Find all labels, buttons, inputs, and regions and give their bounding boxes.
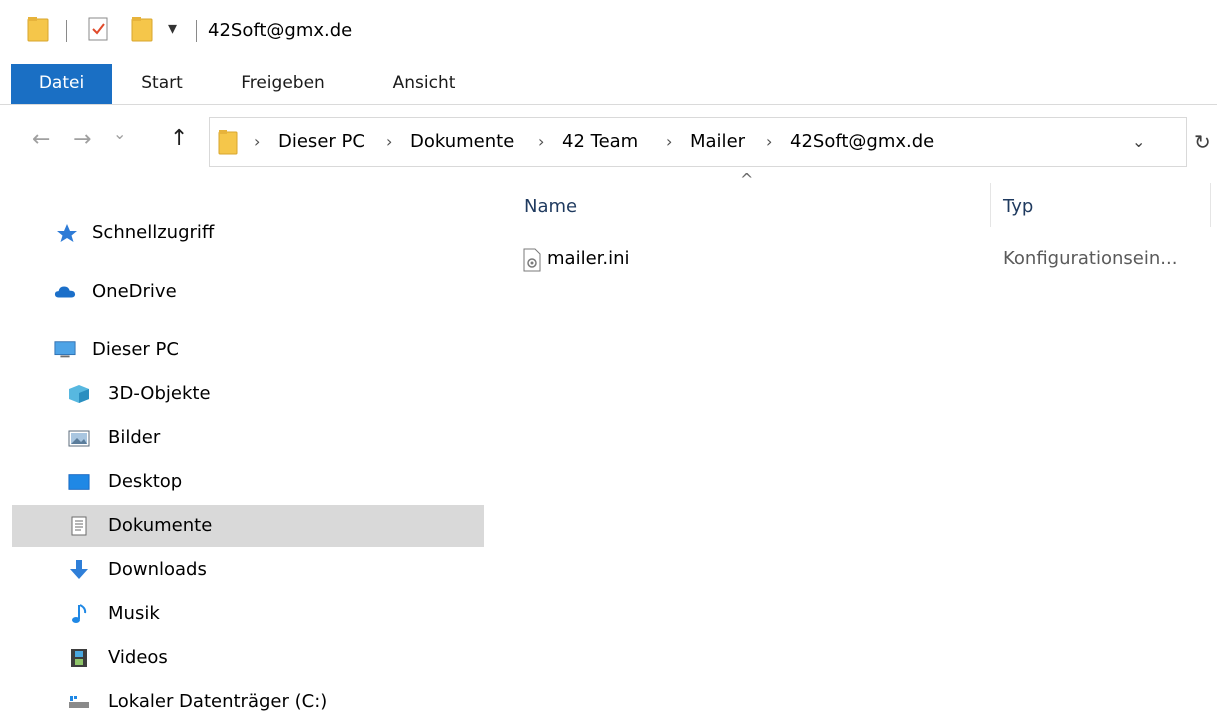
sidebar-item-videos[interactable]: Videos (0, 637, 484, 679)
table-row[interactable]: mailer.ini Konfigurationsein... (515, 240, 1215, 280)
download-arrow-icon (70, 560, 88, 579)
forward-button[interactable]: → (73, 127, 91, 152)
tab-freigeben[interactable]: Freigeben (228, 64, 338, 104)
breadcrumb-mailer[interactable]: Mailer (690, 118, 745, 166)
sidebar-item-onedrive[interactable]: OneDrive (0, 271, 484, 313)
computer-icon (54, 341, 76, 358)
sidebar-item-dokumente[interactable]: Dokumente (12, 505, 484, 547)
quick-access-dropdown-icon[interactable]: ▾ (168, 18, 177, 39)
ribbon-tabs: Datei Start Freigeben Ansicht (0, 64, 1217, 105)
sidebar-item-3d-objekte[interactable]: 3D-Objekte (0, 373, 484, 415)
up-button[interactable]: ↑ (170, 126, 188, 151)
breadcrumb-current-folder[interactable]: 42Soft@gmx.de (790, 118, 934, 166)
settings-file-icon (523, 248, 541, 272)
pictures-icon (68, 430, 90, 447)
breadcrumb-separator: › (666, 132, 673, 151)
breadcrumb-separator: › (386, 132, 393, 151)
desktop-icon (68, 474, 90, 490)
column-divider[interactable] (990, 183, 991, 227)
folder-icon (218, 130, 238, 155)
back-button[interactable]: ← (32, 127, 50, 152)
breadcrumb-dieser-pc[interactable]: Dieser PC (278, 118, 365, 166)
file-name[interactable]: mailer.ini (547, 248, 630, 269)
title-bar: ▾ 42Soft@gmx.de (0, 0, 1217, 64)
sidebar-item-label: Musik (108, 603, 160, 624)
sidebar-item-label: Downloads (108, 559, 207, 580)
tab-start[interactable]: Start (130, 64, 194, 104)
folder-icon[interactable] (27, 16, 49, 42)
toolbar-separator (66, 20, 67, 42)
sidebar-item-dieser-pc[interactable]: Dieser PC (0, 329, 484, 371)
document-icon (71, 516, 87, 536)
sidebar-item-label: 3D-Objekte (108, 383, 211, 404)
window-title: 42Soft@gmx.de (208, 20, 353, 41)
address-dropdown-icon[interactable]: ⌄ (1132, 118, 1145, 166)
sidebar-item-downloads[interactable]: Downloads (0, 549, 484, 591)
sidebar-item-desktop[interactable]: Desktop (0, 461, 484, 503)
star-icon (57, 224, 77, 242)
drive-icon (69, 696, 89, 708)
recent-locations-button[interactable]: ⌄ (113, 124, 126, 143)
breadcrumb-separator: › (254, 132, 261, 151)
sidebar-item-bilder[interactable]: Bilder (0, 417, 484, 459)
sidebar-item-musik[interactable]: Musik (0, 593, 484, 635)
sidebar-item-label: Dokumente (108, 515, 213, 536)
sidebar-item-label: Schnellzugriff (92, 222, 215, 243)
sort-ascending-icon: ^ (740, 170, 754, 189)
new-folder-icon[interactable] (131, 16, 153, 42)
refresh-button[interactable]: ↻ (1194, 130, 1211, 154)
cloud-icon (54, 286, 76, 298)
column-divider[interactable] (1210, 183, 1211, 227)
breadcrumb-separator: › (766, 132, 773, 151)
film-icon (71, 649, 87, 667)
breadcrumb-42-team[interactable]: 42 Team (562, 118, 638, 166)
sidebar-item-lokaler-datentraeger[interactable]: Lokaler Datenträger (C:) (0, 681, 484, 723)
sidebar-item-label: Dieser PC (92, 339, 179, 360)
file-type: Konfigurationsein... (1003, 248, 1178, 269)
sidebar-item-label: OneDrive (92, 281, 177, 302)
column-header-name[interactable]: Name (524, 196, 577, 217)
breadcrumb-separator: › (538, 132, 545, 151)
sidebar-item-label: Lokaler Datenträger (C:) (108, 691, 328, 712)
toolbar-separator (196, 20, 197, 42)
properties-icon[interactable] (87, 16, 109, 42)
music-note-icon (72, 604, 87, 623)
address-bar[interactable]: › Dieser PC › Dokumente › 42 Team › Mail… (209, 117, 1187, 167)
breadcrumb-dokumente[interactable]: Dokumente (410, 118, 514, 166)
sidebar-item-label: Desktop (108, 471, 183, 492)
tab-ansicht[interactable]: Ansicht (378, 64, 470, 104)
cube-icon (69, 385, 89, 403)
sidebar-item-schnellzugriff[interactable]: Schnellzugriff (0, 212, 484, 254)
sidebar-item-label: Videos (108, 647, 168, 668)
sidebar-item-label: Bilder (108, 427, 161, 448)
tab-datei[interactable]: Datei (11, 64, 112, 104)
navigation-pane: Schnellzugriff OneDrive Dieser PC 3D-Obj… (0, 181, 488, 720)
column-header-typ[interactable]: Typ (1003, 196, 1033, 217)
